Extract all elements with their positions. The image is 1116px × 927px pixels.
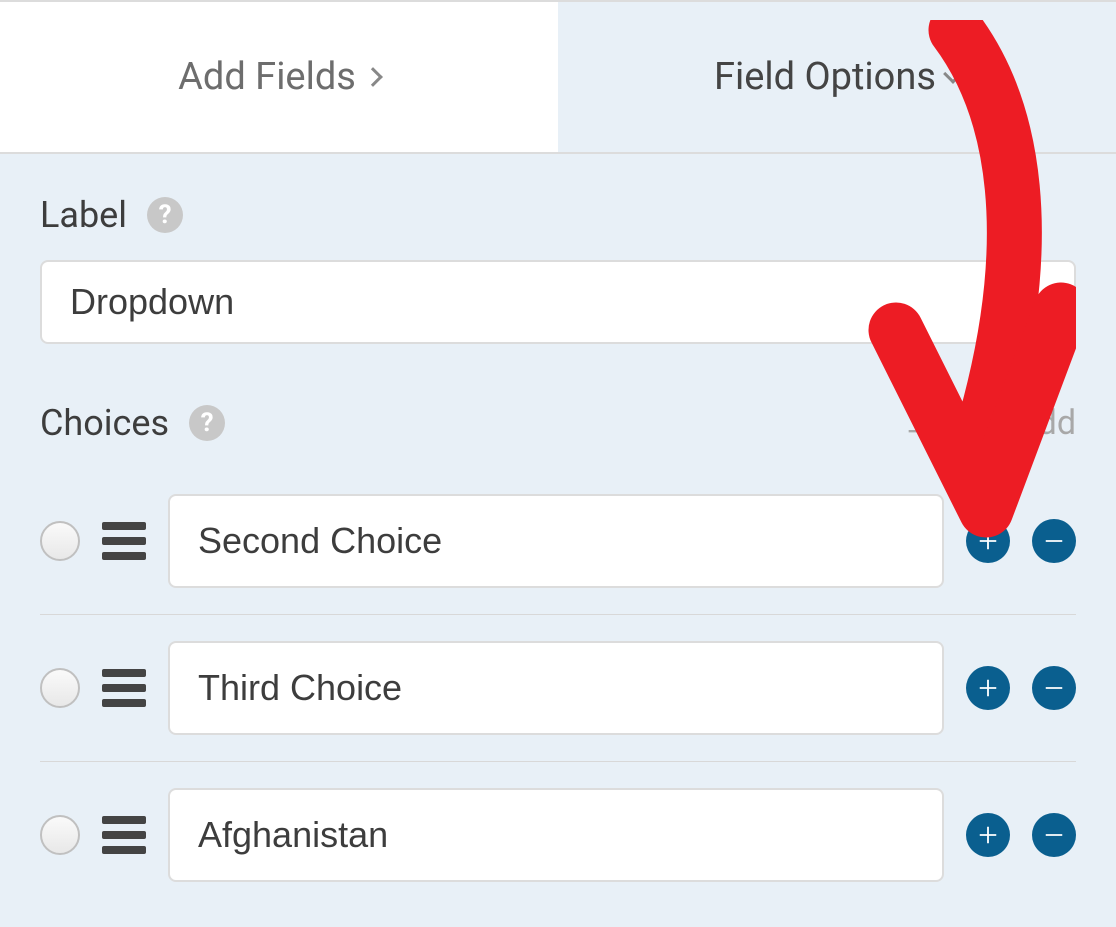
content-panel: Label ? Choices ? Bulk Add: [0, 154, 1116, 908]
remove-choice-button[interactable]: [1032, 519, 1076, 563]
chevron-down-icon: [943, 64, 963, 84]
tab-add-fields-label: Add Fields: [178, 55, 356, 99]
default-choice-radio[interactable]: [40, 815, 80, 855]
default-choice-radio[interactable]: [40, 521, 80, 561]
add-choice-button[interactable]: [966, 519, 1010, 563]
tab-field-options-label: Field Options: [714, 55, 936, 99]
help-icon[interactable]: ?: [189, 405, 225, 441]
chevron-right-icon: [363, 67, 383, 87]
drag-handle-icon[interactable]: [102, 522, 146, 560]
choices-header-left: Choices ?: [40, 402, 225, 444]
tab-add-fields[interactable]: Add Fields: [0, 2, 558, 152]
label-header-row: Label ?: [40, 194, 1076, 236]
add-choice-button[interactable]: [966, 666, 1010, 710]
choice-row: [40, 468, 1076, 615]
tabs-container: Add Fields Field Options: [0, 2, 1116, 154]
remove-choice-button[interactable]: [1032, 666, 1076, 710]
choice-row: [40, 615, 1076, 762]
bulk-add-button[interactable]: Bulk Add: [904, 403, 1076, 443]
choices-header-row: Choices ? Bulk Add: [40, 402, 1076, 444]
remove-choice-button[interactable]: [1032, 813, 1076, 857]
drag-handle-icon[interactable]: [102, 669, 146, 707]
choice-input[interactable]: [168, 788, 944, 882]
choice-input[interactable]: [168, 494, 944, 588]
choices-section-title: Choices: [40, 402, 169, 444]
default-choice-radio[interactable]: [40, 668, 80, 708]
label-input[interactable]: [40, 260, 1076, 344]
bulk-add-label: Bulk Add: [942, 403, 1076, 443]
download-icon: [904, 409, 932, 437]
drag-handle-icon[interactable]: [102, 816, 146, 854]
choice-input[interactable]: [168, 641, 944, 735]
choice-row: [40, 762, 1076, 908]
tab-field-options[interactable]: Field Options: [558, 2, 1116, 152]
label-section-title: Label: [40, 194, 127, 236]
add-choice-button[interactable]: [966, 813, 1010, 857]
help-icon[interactable]: ?: [147, 197, 183, 233]
